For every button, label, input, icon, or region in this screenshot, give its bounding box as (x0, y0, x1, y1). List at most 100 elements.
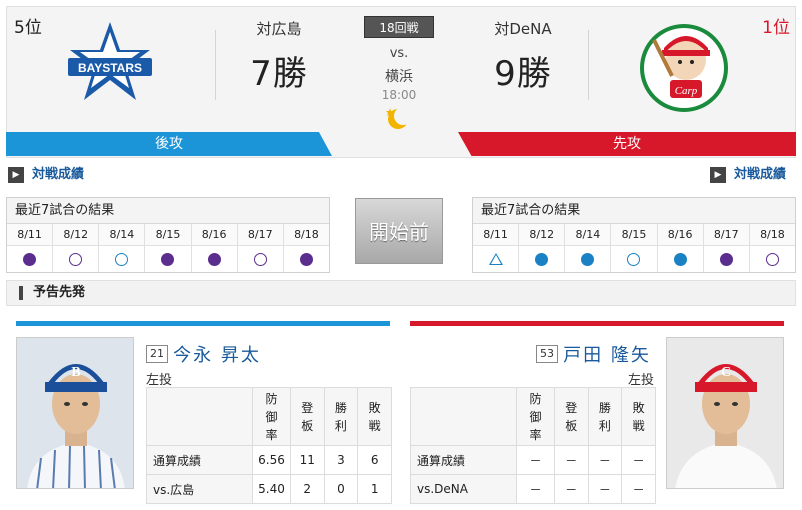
stat-cell: 11 (289, 445, 325, 475)
result-cell[interactable] (750, 246, 795, 272)
stat-cell: － (553, 445, 589, 475)
left-team-bar (16, 321, 390, 326)
recent-title: 最近7試合の結果 (7, 198, 329, 224)
result-cell[interactable] (658, 246, 704, 272)
date-cell: 8/14 (565, 224, 612, 246)
result-row (473, 246, 795, 272)
pitcher-name: 今永 昇太 (173, 345, 261, 366)
result-cell[interactable] (284, 246, 329, 272)
stats-row: vs.DeNA － － － － (409, 474, 656, 504)
draw-triangle-icon (488, 253, 503, 265)
right-pitcher-stats: 防御率 登板 勝利 敗戦 通算成績 － － － － vs.DeNA － － － … (409, 387, 656, 504)
throwing-hand: 左投 (628, 373, 655, 388)
right-team-bar (410, 321, 784, 326)
right-pitcher-photo[interactable]: C (666, 337, 784, 489)
win-circle-icon (581, 252, 595, 266)
left-h2h-link[interactable]: ▶ 対戦成績 (8, 163, 84, 183)
stat-cell: 0 (323, 474, 359, 504)
date-cell: 8/12 (519, 224, 566, 246)
stats-corner (409, 387, 518, 446)
game-status-badge: 開始前 (355, 198, 443, 264)
result-cell[interactable] (192, 246, 238, 272)
start-time: 18:00 (381, 88, 417, 102)
stat-header: 登板 (553, 387, 589, 446)
right-wins: 9勝 (494, 54, 552, 94)
game-number-badge: 18回戦 (364, 16, 434, 38)
stat-cell: － (621, 445, 656, 475)
recent-results-left: 最近7試合の結果 8/11 8/12 8/14 8/15 8/16 8/17 8/18 (6, 197, 330, 273)
throwing-hand: 左投 (146, 373, 173, 388)
section-bar (19, 285, 23, 300)
row-label: 通算成績 (409, 445, 518, 475)
row-label: vs.DeNA (409, 474, 518, 504)
stat-cell: － (587, 445, 623, 475)
date-row: 8/11 8/12 8/14 8/15 8/16 8/17 8/18 (473, 224, 795, 246)
stat-header: 勝利 (323, 387, 359, 446)
carp-logo[interactable]: Carp (636, 20, 732, 112)
stat-cell: 5.40 (252, 474, 291, 504)
date-cell: 8/17 (703, 224, 750, 246)
baystars-logo[interactable]: BAYSTARS (62, 20, 158, 110)
result-cell[interactable] (519, 246, 566, 272)
recent-results-right: 最近7試合の結果 8/11 8/12 8/14 8/15 8/16 8/17 8/18 (472, 197, 796, 273)
loss-circle-icon (627, 252, 641, 266)
left-vs-label: 対広島 (256, 20, 302, 38)
stat-header: 敗戦 (357, 387, 392, 446)
result-cell[interactable] (565, 246, 612, 272)
result-row (7, 246, 329, 272)
probable-starters-header: 予告先発 (6, 280, 796, 306)
result-cell[interactable] (611, 246, 658, 272)
recent-title: 最近7試合の結果 (473, 198, 795, 224)
result-cell[interactable] (7, 246, 54, 272)
stats-row: 通算成績 6.56 11 3 6 (145, 445, 392, 475)
left-pitcher-photo[interactable]: B (16, 337, 134, 489)
win-circle-icon (535, 252, 549, 266)
stat-cell: 2 (289, 474, 325, 504)
stats-row: vs.広島 5.40 2 0 1 (145, 474, 392, 504)
stat-cell: － (587, 474, 623, 504)
loss-circle-icon (765, 252, 779, 266)
right-pitcher-name-block[interactable]: 53 戸田 隆矢 (536, 341, 651, 367)
left-h2h-label: 対戦成績 (32, 167, 85, 182)
right-h2h-link[interactable]: ▶ 対戦成績 (710, 163, 786, 183)
result-cell[interactable] (238, 246, 284, 272)
stat-cell: 6.56 (252, 445, 291, 475)
win-circle-icon (719, 252, 733, 266)
row-label: 通算成績 (145, 445, 254, 475)
stats-header-row: 防御率 登板 勝利 敗戦 (409, 387, 656, 446)
win-circle-icon (161, 252, 175, 266)
date-cell: 8/17 (237, 224, 284, 246)
divider (588, 30, 589, 100)
result-cell[interactable] (99, 246, 146, 272)
date-cell: 8/14 (99, 224, 146, 246)
arrow-right-icon: ▶ (710, 166, 726, 183)
stat-header: 防御率 (252, 387, 291, 446)
left-pitcher-name-block[interactable]: 21 今永 昇太 (146, 341, 261, 367)
left-team-rank: 5位 (14, 18, 42, 38)
stat-cell: 3 (323, 445, 359, 475)
svg-text:B: B (71, 365, 80, 380)
result-cell[interactable] (704, 246, 750, 272)
uniform-number: 53 (536, 345, 558, 363)
stat-cell: 6 (357, 445, 392, 475)
result-cell[interactable] (53, 246, 100, 272)
result-cell[interactable] (145, 246, 192, 272)
uniform-number: 21 (146, 345, 168, 363)
vs-text: vs. (389, 46, 409, 61)
stat-cell: 1 (357, 474, 392, 504)
result-cell[interactable] (473, 246, 520, 272)
win-circle-icon (673, 252, 687, 266)
stat-header: 登板 (289, 387, 325, 446)
moon-icon (384, 106, 412, 134)
stat-cell: － (621, 474, 656, 504)
date-row: 8/11 8/12 8/14 8/15 8/16 8/17 8/18 (7, 224, 329, 246)
date-cell: 8/11 (7, 224, 54, 246)
date-cell: 8/16 (657, 224, 704, 246)
right-h2h-label: 対戦成績 (734, 167, 787, 182)
date-cell: 8/18 (749, 224, 795, 246)
baystars-logo-text: BAYSTARS (78, 61, 142, 75)
stat-header: 防御率 (516, 387, 555, 446)
date-cell: 8/15 (611, 224, 658, 246)
loss-circle-icon (115, 252, 129, 266)
stat-header: 勝利 (587, 387, 623, 446)
